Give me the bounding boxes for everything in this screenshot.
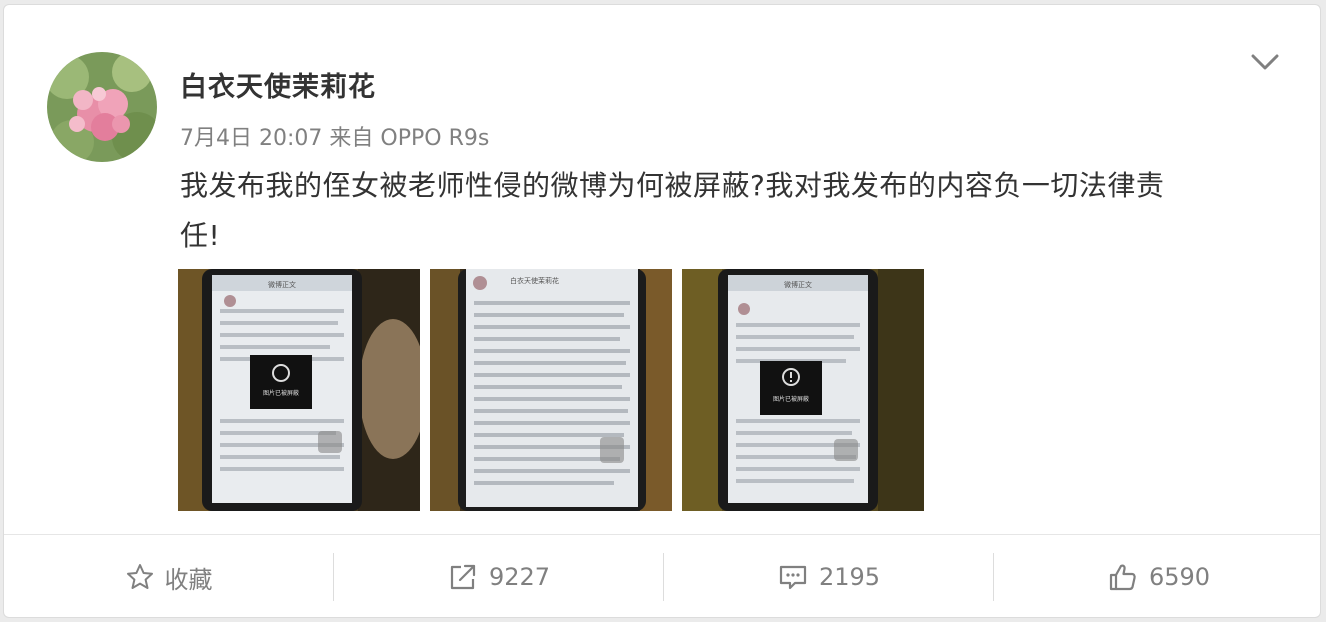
comment-count: 2195	[818, 563, 881, 591]
image-caption: 白衣天使茉莉花	[510, 276, 559, 285]
weibo-post-card: 白衣天使茉莉花 7月4日 20:07 来自 OPPO R9s 我发布我的侄女被老…	[3, 4, 1321, 618]
favorite-label: 收藏	[164, 565, 213, 594]
post-text-line: 任!	[180, 219, 221, 252]
post-text: 我发布我的侄女被老师性侵的微博为何被屏蔽?我对我发布的内容负一切法律责 任!	[180, 161, 1280, 261]
repost-count: 9227	[488, 563, 551, 591]
image-caption: 微博正文	[784, 280, 812, 289]
star-outline-icon	[126, 564, 153, 589]
post-image-1[interactable]: 微博正文 图片已被屏蔽	[178, 269, 420, 511]
avatar[interactable]	[47, 52, 157, 162]
comment-bubble-icon	[779, 565, 807, 590]
like-button[interactable]: 6590	[994, 535, 1320, 617]
post-image-3[interactable]: 微博正文 图片已被屏蔽	[682, 269, 924, 511]
from-label: 来自	[329, 126, 374, 151]
repost-button[interactable]: 9227	[334, 535, 663, 617]
chevron-down-icon[interactable]	[1248, 47, 1282, 77]
image-caption: 微博正文	[268, 280, 296, 289]
post-text-line: 我发布我的侄女被老师性侵的微博为何被屏蔽?我对我发布的内容负一切法律责	[180, 169, 1165, 202]
thumbs-up-icon	[1109, 564, 1136, 591]
share-arrow-icon	[450, 564, 476, 590]
username[interactable]: 白衣天使茉莉花	[180, 65, 376, 104]
post-meta: 7月4日 20:07 来自 OPPO R9s	[180, 120, 489, 152]
comment-button[interactable]: 2195	[664, 535, 993, 617]
action-bar: 收藏 9227 2195 6590	[4, 535, 1320, 617]
blocked-overlay-text: 图片已被屏蔽	[263, 389, 299, 397]
like-count: 6590	[1148, 563, 1211, 591]
favorite-button[interactable]: 收藏	[4, 535, 333, 617]
post-date[interactable]: 7月4日 20:07	[180, 126, 322, 151]
device-name[interactable]: OPPO R9s	[380, 126, 489, 151]
blocked-overlay-text: 图片已被屏蔽	[773, 395, 809, 403]
post-image-2[interactable]: 白衣天使茉莉花	[430, 269, 672, 511]
